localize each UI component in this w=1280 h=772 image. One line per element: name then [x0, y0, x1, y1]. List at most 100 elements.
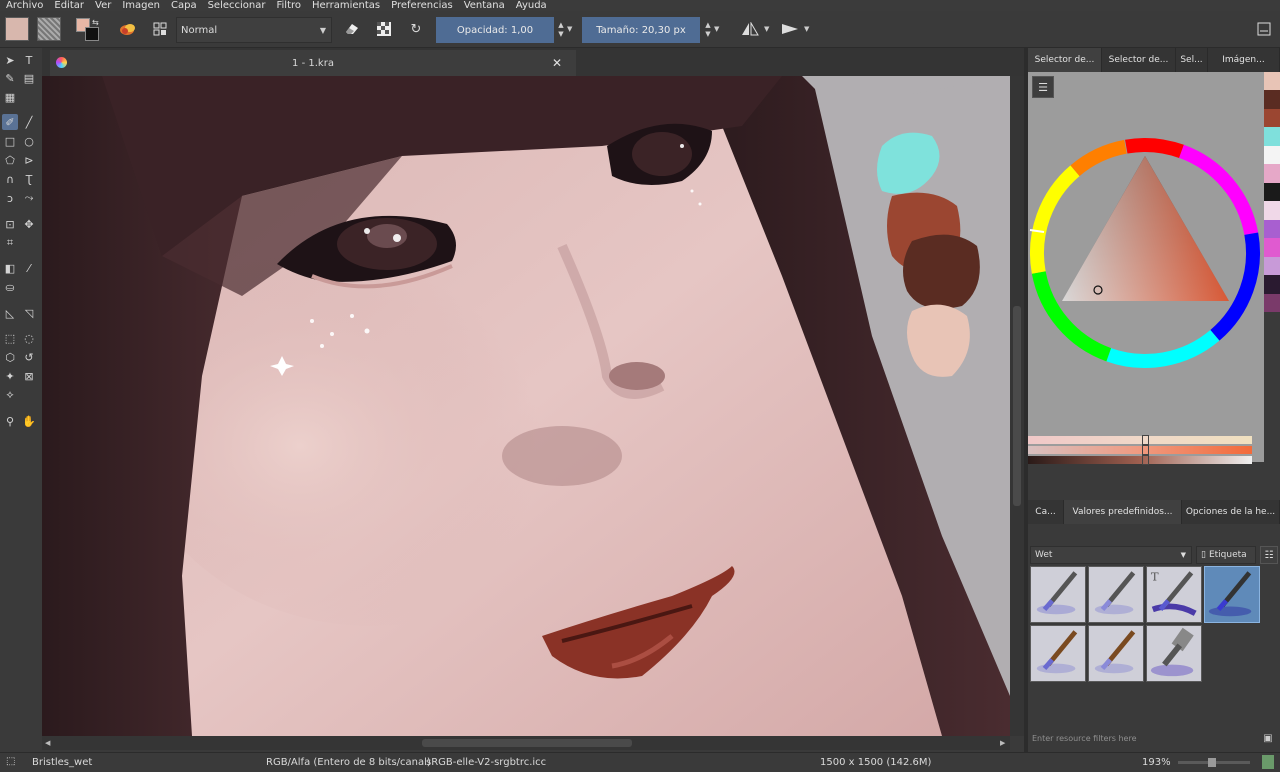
freehand-path-icon[interactable]: Ʈ — [21, 171, 37, 187]
pattern-edit-icon[interactable]: ▦ — [2, 89, 18, 105]
zoom-tool-icon[interactable]: ⚲ — [2, 413, 18, 429]
history-swatch-9[interactable] — [1264, 219, 1280, 239]
history-swatch-6[interactable] — [1264, 164, 1280, 183]
hue-bar-handle[interactable] — [1142, 435, 1149, 445]
mirror-horizontal-icon[interactable] — [738, 17, 762, 41]
assistant-tool-icon[interactable]: ◺ — [2, 305, 18, 321]
line-tool-icon[interactable]: ╱ — [21, 114, 37, 130]
reload-preset-icon[interactable]: ↻ — [404, 17, 428, 41]
history-swatch-5[interactable] — [1264, 145, 1280, 165]
polygon-tool-icon[interactable]: ⬠ — [2, 152, 18, 168]
brush-preset-1[interactable] — [1030, 566, 1086, 623]
transform-tool-icon[interactable]: ⊡ — [2, 216, 18, 232]
tab-brush-presets[interactable]: Valores predefinidos... — [1064, 500, 1182, 524]
horizontal-scroll-thumb[interactable] — [422, 739, 632, 747]
menu-ver[interactable]: Ver — [95, 0, 111, 11]
history-swatch-2[interactable] — [1264, 90, 1280, 109]
measure-tool-icon[interactable]: ◹ — [21, 305, 37, 321]
mirror-vertical-icon[interactable] — [778, 17, 802, 41]
swap-colors-icon[interactable]: ⇆ — [92, 18, 99, 27]
similar-select-icon[interactable]: ⊠ — [21, 368, 37, 384]
polyline-tool-icon[interactable]: ⊳ — [21, 152, 37, 168]
menu-seleccionar[interactable]: Seleccionar — [208, 0, 266, 11]
menu-editar[interactable]: Editar — [54, 0, 84, 11]
rectangle-tool-icon[interactable]: □ — [2, 133, 18, 149]
zoom-slider-knob[interactable] — [1208, 758, 1216, 767]
move-tool-icon[interactable]: ✥ — [21, 216, 37, 232]
tab-selector-3[interactable]: Sel... — [1176, 48, 1208, 72]
fill-tool-icon[interactable]: ⛀ — [2, 279, 18, 295]
ellipse-tool-icon[interactable]: ○ — [21, 133, 37, 149]
history-swatch-8[interactable] — [1264, 201, 1280, 220]
history-swatch-4[interactable] — [1264, 127, 1280, 146]
mirror-vertical-menu-arrow[interactable]: ▼ — [804, 17, 814, 43]
brush-preset-5[interactable] — [1030, 625, 1086, 682]
brush-presets-icon[interactable] — [116, 17, 140, 41]
brush-preset-4-selected[interactable] — [1204, 566, 1260, 623]
pan-tool-icon[interactable]: ✋ — [21, 413, 37, 429]
vertical-scrollbar[interactable] — [1010, 76, 1024, 736]
tag-button[interactable]: ▯ Etiqueta — [1196, 546, 1256, 564]
background-color-swatch[interactable] — [85, 27, 99, 41]
save-preset-icon[interactable]: ▣ — [1260, 730, 1276, 746]
tab-tool-options[interactable]: Opciones de la he... — [1182, 500, 1280, 524]
dockers-menu-icon[interactable] — [1252, 17, 1276, 41]
opacity-spinner[interactable]: ▲ ▼ — [555, 17, 567, 43]
size-spinner[interactable]: ▲ ▼ — [702, 17, 714, 43]
blend-mode-dropdown[interactable]: Normal ▼ — [176, 17, 332, 43]
rect-select-icon[interactable]: ⬚ — [2, 330, 18, 346]
menu-ayuda[interactable]: Ayuda — [516, 0, 547, 11]
preset-tag-dropdown[interactable]: Wet ▼ — [1030, 546, 1192, 564]
fg-bg-color-selector[interactable]: ⇆ — [76, 18, 100, 42]
text-tool-icon[interactable]: T — [21, 52, 37, 68]
eraser-mode-icon[interactable] — [340, 17, 364, 41]
brush-preset-6[interactable] — [1088, 625, 1144, 682]
menu-archivo[interactable]: Archivo — [6, 0, 43, 11]
saturation-bar-handle[interactable] — [1142, 445, 1149, 455]
hue-gradient-bar[interactable] — [1028, 435, 1252, 445]
horizontal-scrollbar[interactable]: ◀ ▶ — [42, 736, 1010, 750]
menu-filtro[interactable]: Filtro — [276, 0, 301, 11]
mirror-menu-arrow[interactable]: ▼ — [764, 17, 774, 43]
menu-herramientas[interactable]: Herramientas — [312, 0, 380, 11]
vertical-scroll-thumb[interactable] — [1013, 306, 1021, 506]
brush-settings-icon[interactable] — [148, 17, 172, 41]
opacity-slider[interactable]: Opacidad: 1,00 — [436, 17, 554, 43]
resource-filter-input[interactable]: Enter resource filters here — [1030, 730, 1258, 746]
value-gradient-bar[interactable] — [1028, 455, 1252, 465]
gradient-swatch-button[interactable] — [5, 17, 29, 41]
size-menu-arrow[interactable]: ▼ — [714, 17, 724, 43]
history-swatch-7[interactable] — [1264, 182, 1280, 202]
dynamic-brush-icon[interactable]: ↄ — [2, 190, 18, 206]
menu-preferencias[interactable]: Preferencias — [391, 0, 453, 11]
tab-selector-2[interactable]: Selector de... — [1102, 48, 1176, 72]
calligraphy-icon[interactable]: ▤ — [21, 70, 37, 86]
history-swatch-13[interactable] — [1264, 293, 1280, 313]
gradient-tool-icon[interactable]: ◧ — [2, 260, 18, 276]
selection-mode-icon[interactable]: ⬚ — [6, 756, 15, 767]
history-swatch-3[interactable] — [1264, 108, 1280, 128]
size-slider[interactable]: Tamaño: 20,30 px — [582, 17, 700, 43]
history-swatch-1[interactable] — [1264, 72, 1280, 91]
brush-preset-7[interactable] — [1146, 625, 1202, 682]
menu-capa[interactable]: Capa — [171, 0, 197, 11]
opacity-menu-arrow[interactable]: ▼ — [567, 17, 577, 43]
advanced-color-selector[interactable]: ☰ — [1028, 72, 1264, 462]
scroll-left-icon[interactable]: ◀ — [45, 739, 50, 747]
menu-ventana[interactable]: Ventana — [464, 0, 505, 11]
crop-tool-icon[interactable]: ⌗ — [2, 235, 18, 251]
history-swatch-11[interactable] — [1264, 256, 1280, 276]
multibrush-icon[interactable]: ⤳ — [21, 190, 37, 206]
menu-imagen[interactable]: Imagen — [122, 0, 160, 11]
brush-preset-3[interactable]: T — [1146, 566, 1202, 623]
history-swatch-12[interactable] — [1264, 275, 1280, 294]
canvas-only-icon[interactable] — [1262, 755, 1274, 769]
preserve-alpha-icon[interactable] — [372, 17, 396, 41]
tab-selector-1[interactable]: Selector de... — [1028, 48, 1102, 72]
tab-layers-short[interactable]: Ca... — [1028, 500, 1064, 524]
contiguous-select-icon[interactable]: ✦ — [2, 368, 18, 384]
bezier-select-icon[interactable]: ⟡ — [2, 387, 18, 403]
preset-view-icon[interactable]: ☷ — [1260, 546, 1278, 564]
history-swatch-10[interactable] — [1264, 238, 1280, 257]
tab-images[interactable]: Imágen... — [1208, 48, 1280, 72]
